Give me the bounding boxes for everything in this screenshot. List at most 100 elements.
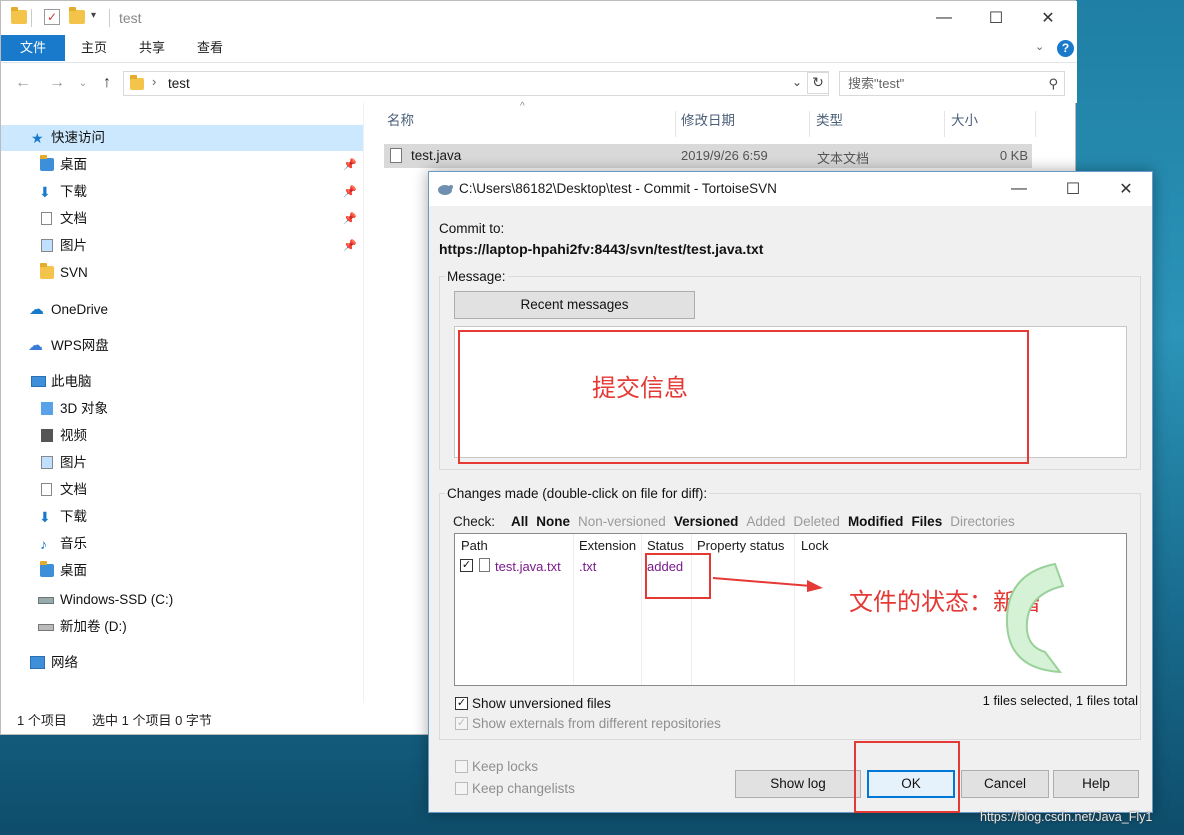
search-input[interactable]: 搜索"test" ⚲ <box>839 71 1065 96</box>
nav-onedrive[interactable]: ☁ OneDrive <box>1 297 363 323</box>
tab-share[interactable]: 共享 <box>123 35 181 61</box>
nav-pc-desktop[interactable]: 桌面 <box>1 558 363 584</box>
nav-drive-d[interactable]: 新加卷 (D:) <box>1 614 363 640</box>
close-button[interactable]: ✕ <box>1101 172 1151 206</box>
text-file-icon <box>390 148 402 163</box>
address-input[interactable]: › test ⌄ <box>123 71 829 96</box>
nav-item-downloads[interactable]: ⬇ 下载 📌 <box>1 179 363 205</box>
maximize-button[interactable]: ☐ <box>1048 172 1098 206</box>
recent-messages-button[interactable]: Recent messages <box>454 291 695 319</box>
nav-item-documents[interactable]: 文档 📌 <box>1 206 363 232</box>
column-header-lock[interactable]: Lock <box>801 538 828 553</box>
show-externals-checkbox: ✓ <box>455 717 468 730</box>
row-checkbox[interactable]: ✓ <box>460 559 473 572</box>
keep-changelists-label: Keep changelists <box>472 781 575 796</box>
nav-item-pictures[interactable]: 图片 📌 <box>1 233 363 259</box>
column-headers: ^ 名称 修改日期 类型 大小 <box>384 101 1036 137</box>
pin-icon[interactable]: 📌 <box>343 179 357 205</box>
nav-this-pc[interactable]: 此电脑 <box>1 369 363 395</box>
customize-toolbar-icon[interactable]: ▾ <box>91 10 96 21</box>
explorer-titlebar: ✓ ▾ test — ☐ ✕ <box>1 1 1077 35</box>
document-icon <box>41 212 52 225</box>
show-unversioned-label: Show unversioned files <box>472 696 611 711</box>
pin-icon[interactable]: 📌 <box>343 206 357 232</box>
cancel-button[interactable]: Cancel <box>961 770 1049 798</box>
check-filter-none[interactable]: None <box>536 514 570 529</box>
pin-icon[interactable]: 📌 <box>343 152 357 178</box>
show-log-button[interactable]: Show log <box>735 770 861 798</box>
nav-label: 桌面 <box>60 563 87 578</box>
nav-quick-access[interactable]: ★ 快速访问 <box>1 125 363 151</box>
nav-pc-videos[interactable]: 视频 <box>1 423 363 449</box>
check-filter-modified[interactable]: Modified <box>848 514 904 529</box>
nav-wps[interactable]: ☁ WPS网盘 <box>1 333 363 359</box>
nav-label: 3D 对象 <box>60 401 109 416</box>
message-label: Message: <box>445 269 508 284</box>
tab-view[interactable]: 查看 <box>181 35 239 61</box>
minimize-button[interactable]: — <box>994 172 1044 206</box>
column-header-type[interactable]: 类型 <box>813 111 945 137</box>
check-label: Check: <box>453 514 496 529</box>
commit-url[interactable]: https://laptop-hpahi2fv:8443/svn/test/te… <box>439 241 763 257</box>
refresh-icon[interactable]: ↻ <box>807 72 829 94</box>
download-icon: ⬇ <box>39 509 51 525</box>
nav-item-desktop[interactable]: 桌面 📌 <box>1 152 363 178</box>
nav-pc-3d[interactable]: 3D 对象 <box>1 396 363 422</box>
file-row[interactable]: test.java 2019/9/26 6:59 文本文档 0 KB <box>384 144 1032 168</box>
window-title: test <box>119 10 142 26</box>
file-type: 文本文档 <box>817 151 870 166</box>
new-folder-icon[interactable] <box>69 7 85 24</box>
check-filter-all[interactable]: All <box>511 514 528 529</box>
cloud-drive-icon: ☁ <box>28 337 43 354</box>
show-unversioned-checkbox[interactable]: ✓ <box>455 697 468 710</box>
nav-pc-documents[interactable]: 文档 <box>1 477 363 503</box>
expand-ribbon-icon[interactable]: ⌄ <box>1035 40 1044 53</box>
nav-item-svn[interactable]: SVN <box>1 260 363 286</box>
back-arrow-icon[interactable]: ← <box>11 71 35 95</box>
file-name: test.java <box>411 148 462 163</box>
close-button[interactable]: ✕ <box>1023 1 1073 35</box>
nav-pc-downloads[interactable]: ⬇ 下载 <box>1 504 363 530</box>
document-icon <box>41 483 52 496</box>
help-icon[interactable]: ? <box>1057 40 1074 57</box>
recent-locations-icon[interactable]: ⌄ <box>71 71 95 95</box>
nav-drive-c[interactable]: Windows-SSD (C:) <box>1 587 363 613</box>
tortoisesvn-logo-watermark <box>1005 562 1065 674</box>
tab-home[interactable]: 主页 <box>65 35 123 61</box>
row-extension: .txt <box>579 559 597 574</box>
check-filter-versioned[interactable]: Versioned <box>674 514 739 529</box>
pin-icon[interactable]: 📌 <box>343 233 357 259</box>
help-button[interactable]: Help <box>1053 770 1139 798</box>
column-header-property-status[interactable]: Property status <box>697 538 784 553</box>
nav-pc-pictures[interactable]: 图片 <box>1 450 363 476</box>
folder-icon <box>11 7 27 24</box>
up-arrow-icon[interactable]: ↑ <box>95 71 119 95</box>
tab-file[interactable]: 文件 <box>1 35 65 61</box>
nav-network[interactable]: 网络 <box>1 650 363 676</box>
desktop-icon <box>40 155 54 171</box>
star-icon: ★ <box>31 130 44 146</box>
maximize-button[interactable]: ☐ <box>971 1 1021 35</box>
column-header-path[interactable]: Path <box>461 538 488 553</box>
check-filter-files[interactable]: Files <box>911 514 942 529</box>
column-header-date[interactable]: 修改日期 <box>678 111 810 137</box>
forward-arrow-icon[interactable]: → <box>45 71 69 95</box>
nav-label: 桌面 <box>60 157 87 172</box>
column-header-size[interactable]: 大小 <box>948 111 1036 137</box>
column-header-status[interactable]: Status <box>647 538 684 553</box>
check-filter-non-versioned: Non-versioned <box>578 514 666 529</box>
search-icon[interactable]: ⚲ <box>1048 72 1058 95</box>
picture-icon <box>41 456 53 469</box>
column-header-extension[interactable]: Extension <box>579 538 636 553</box>
nav-label: 网络 <box>51 655 78 670</box>
address-dropdown-icon[interactable]: ⌄ <box>792 75 802 89</box>
breadcrumb[interactable]: test <box>168 76 190 91</box>
column-header-name[interactable]: 名称 <box>384 111 676 137</box>
nav-label: 音乐 <box>60 536 87 551</box>
nav-pc-music[interactable]: ♪ 音乐 <box>1 531 363 557</box>
minimize-button[interactable]: — <box>919 1 969 35</box>
properties-icon[interactable]: ✓ <box>44 9 60 25</box>
folder-icon <box>40 263 54 279</box>
keep-locks-checkbox <box>455 760 468 773</box>
keep-locks-label: Keep locks <box>472 759 539 774</box>
